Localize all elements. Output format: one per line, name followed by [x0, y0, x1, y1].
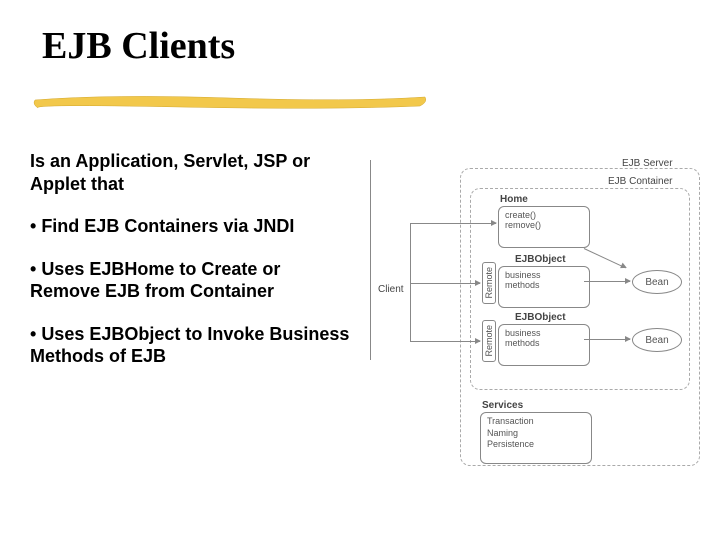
arrow-client-obj2 [410, 341, 480, 342]
remote-tab-2: Remote [482, 320, 496, 362]
arrow-client-home [410, 223, 496, 224]
label-client: Client [378, 284, 404, 295]
arrow-obj-bean2 [584, 339, 630, 340]
label-ejb-container: EJB Container [608, 176, 672, 187]
home-box: create() remove() [498, 206, 590, 248]
bean-2: Bean [632, 328, 682, 352]
label-ejbobject-1: EJBObject [515, 254, 566, 265]
subtitle: Is an Application, Servlet, JSP or Apple… [30, 150, 350, 195]
ejbobject-box-1: business methods [498, 266, 590, 308]
services-box: Transaction Naming Persistence [480, 412, 592, 464]
ejb-diagram: EJB Server EJB Container Client Home cre… [370, 160, 708, 480]
bullet-1: • Find EJB Containers via JNDI [30, 215, 350, 238]
remote-tab-1: Remote [482, 262, 496, 304]
bullet-2: • Uses EJBHome to Create or Remove EJB f… [30, 258, 350, 303]
content-area: Is an Application, Servlet, JSP or Apple… [30, 150, 350, 388]
label-ejbobject-2: EJBObject [515, 312, 566, 323]
arrow-obj-bean1 [584, 281, 630, 282]
diagram-divider [370, 160, 371, 360]
page-title: EJB Clients [42, 24, 235, 68]
bean-1: Bean [632, 270, 682, 294]
label-home: Home [500, 194, 528, 205]
bullet-3: • Uses EJBObject to Invoke Business Meth… [30, 323, 350, 368]
title-underline [30, 92, 430, 114]
label-services: Services [482, 400, 523, 411]
ejbobject-box-2: business methods [498, 324, 590, 366]
client-vline [410, 223, 411, 341]
arrow-client-obj1 [410, 283, 480, 284]
